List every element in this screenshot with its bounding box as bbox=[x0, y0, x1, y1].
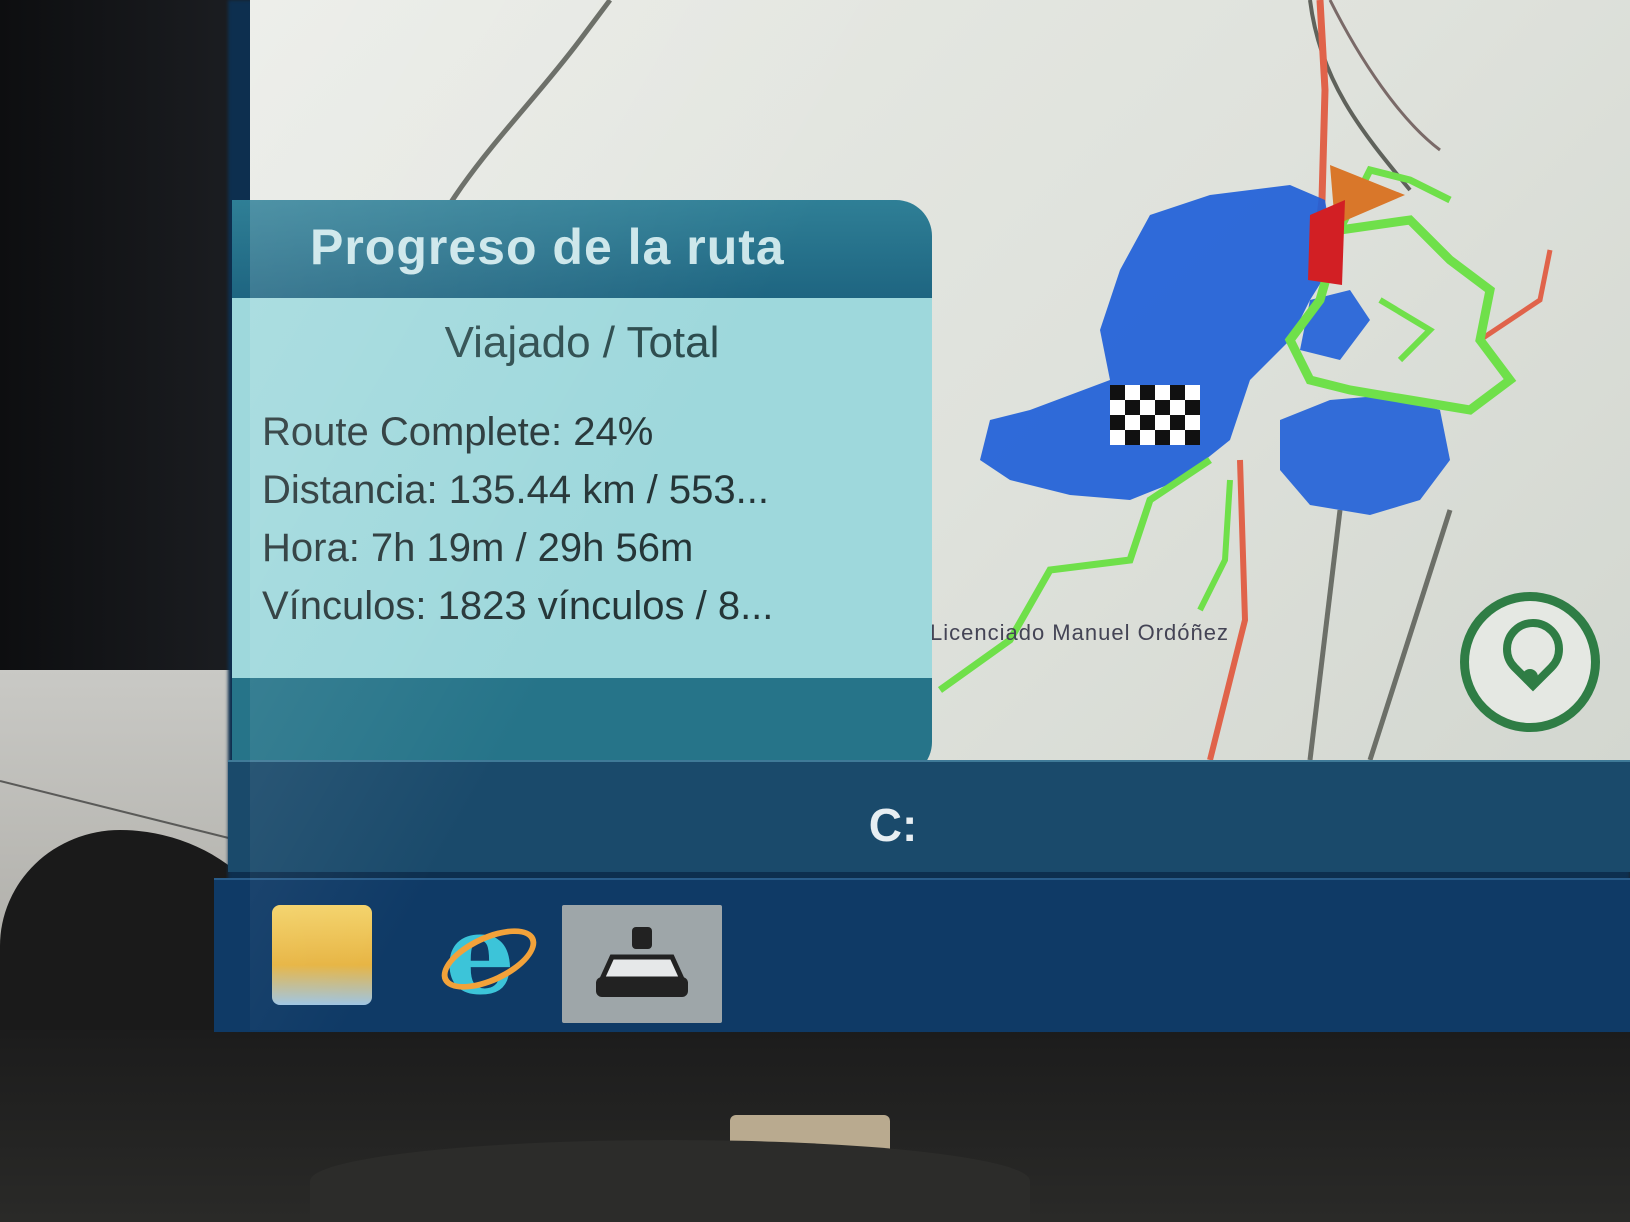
car-icon-body bbox=[598, 954, 686, 982]
street-name-label: Licenciado Manuel Ordóñez bbox=[930, 620, 1229, 645]
links-line: Vínculos: 1823 vínculos / 8... bbox=[262, 584, 774, 628]
traveled-total-subtitle: Viajado / Total bbox=[444, 318, 720, 367]
photo-scene: Licenciado Manuel Ordóñez Progreso de la… bbox=[0, 0, 1630, 1222]
internet-explorer-icon[interactable]: e bbox=[430, 900, 546, 1010]
minor-road-4 bbox=[1307, 509, 1343, 760]
remaining-route-inner bbox=[1378, 297, 1435, 363]
location-pin-dot bbox=[1522, 669, 1538, 685]
route-progress-header: Progreso de la ruta bbox=[232, 200, 932, 298]
car-icon-driver bbox=[632, 927, 652, 949]
route-complete-line: Route Complete: 24% bbox=[262, 410, 654, 454]
navigation-app-icon[interactable] bbox=[562, 905, 722, 1023]
route-progress-title: Progreso de la ruta bbox=[310, 219, 785, 275]
left-bezel-shadow bbox=[0, 0, 250, 720]
traveled-area-mid bbox=[1300, 290, 1370, 360]
car-seat bbox=[310, 1140, 1030, 1222]
route-progress-panel[interactable]: Progreso de la ruta Viajado / Total Rout… bbox=[232, 200, 932, 778]
storage-drive-icon[interactable]: C: bbox=[866, 800, 920, 850]
car-icon bbox=[596, 927, 688, 997]
route-progress-body: Viajado / Total Route Complete: 24% Dist… bbox=[232, 298, 932, 678]
traveled-area-south bbox=[1280, 395, 1450, 515]
distance-line: Distancia: 135.44 km / 553... bbox=[262, 468, 769, 512]
time-line: Hora: 7h 19m / 29h 56m bbox=[262, 526, 694, 570]
minor-road-6 bbox=[1328, 0, 1441, 152]
status-bar bbox=[228, 760, 1630, 872]
locate-me-button[interactable] bbox=[1460, 592, 1600, 732]
car-icon-base bbox=[596, 977, 688, 997]
remaining-route-south bbox=[1197, 479, 1233, 612]
file-explorer-icon[interactable] bbox=[272, 905, 372, 1005]
taskbar bbox=[214, 878, 1630, 1032]
minor-road-5 bbox=[1367, 509, 1453, 760]
